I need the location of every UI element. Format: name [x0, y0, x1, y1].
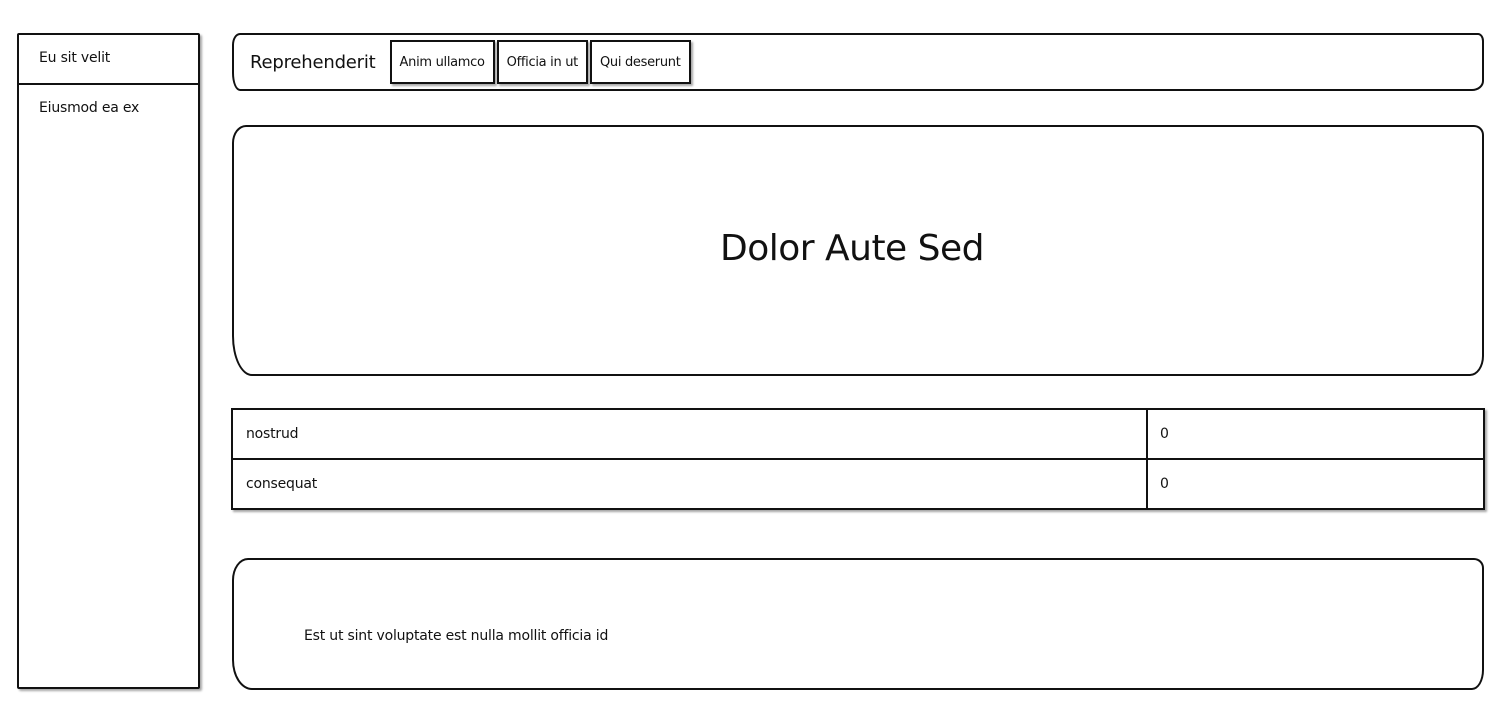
sidebar: Eu sit velit Eiusmod ea ex — [17, 33, 200, 689]
table-cell-value: 0 — [1160, 426, 1169, 442]
table-row: nostrud 0 — [233, 410, 1483, 460]
table-cell-label: consequat — [233, 460, 1148, 510]
sidebar-item-eiusmod-ea-ex[interactable]: Eiusmod ea ex — [19, 85, 198, 135]
footer-text: Est ut sint voluptate est nulla mollit o… — [304, 628, 609, 644]
page-root: Eu sit velit Eiusmod ea ex Reprehenderit… — [0, 0, 1500, 722]
tab-anim-ullamco[interactable]: Anim ullamco — [389, 40, 495, 84]
footer-card: Est ut sint voluptate est nulla mollit o… — [232, 558, 1484, 690]
header-title: Reprehenderit — [250, 51, 376, 73]
tab-label: Qui deserunt — [599, 54, 681, 70]
table-row: consequat 0 — [233, 460, 1483, 510]
tab-label: Officia in ut — [506, 54, 579, 70]
tab-officia-in-ut[interactable]: Officia in ut — [496, 40, 588, 84]
tab-qui-deserunt[interactable]: Qui deserunt — [589, 40, 691, 84]
hero-card: Dolor Aute Sed — [232, 125, 1484, 376]
table-cell-label: nostrud — [233, 410, 1148, 458]
sidebar-item-label: Eiusmod ea ex — [39, 100, 140, 116]
data-table: nostrud 0 consequat 0 — [231, 408, 1485, 510]
hero-title: Dolor Aute Sed — [719, 228, 985, 269]
sidebar-item-eu-sit-velit[interactable]: Eu sit velit — [19, 35, 198, 85]
header-bar: Reprehenderit Anim ullamco Officia in ut… — [232, 33, 1484, 91]
sidebar-item-label: Eu sit velit — [39, 50, 111, 66]
table-cell-value: 0 — [1160, 476, 1169, 492]
tab-label: Anim ullamco — [399, 54, 485, 70]
